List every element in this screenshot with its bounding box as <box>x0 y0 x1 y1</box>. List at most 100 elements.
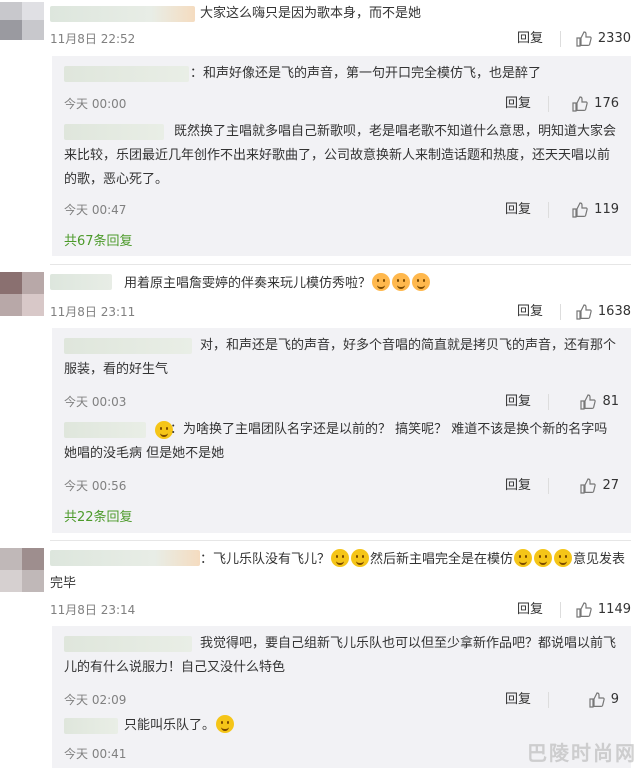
username-blurred[interactable] <box>64 66 189 82</box>
reply-time: 今天 00:41 <box>64 747 127 761</box>
comment-meta: 11月8日 23:14 回复 1149 <box>50 600 631 620</box>
divider <box>548 202 549 218</box>
like-count: 9 <box>610 692 619 707</box>
reply-meta: 今天 00:47 回复 119 <box>64 200 619 220</box>
thumbs-up-icon <box>572 96 588 112</box>
thumbs-up-icon <box>580 478 597 494</box>
comment-time: 11月8日 23:14 <box>50 603 136 617</box>
reply-button[interactable]: 回复 <box>505 94 531 114</box>
comment-text: ：飞儿乐队没有飞儿？ 然后新主唱完全是在模仿 意见发表完毕 <box>50 548 631 596</box>
like-count: 1638 <box>597 304 631 319</box>
comment-1: 大家这么嗨只是因为歌本身，而不是她 11月8日 22:52 回复 2330 ：和… <box>0 0 643 265</box>
comment-time: 11月8日 23:11 <box>50 305 136 319</box>
view-all-replies-link[interactable]: 共67条回复 <box>64 232 133 252</box>
username-blurred[interactable] <box>50 6 195 22</box>
reply-text: ：为啥换了主唱团队名字还是以前的？ 搞笑呢？ 难道不该是换个新的名字吗 她唱的没… <box>64 422 608 461</box>
divider <box>548 478 549 494</box>
smile-emoji-icon <box>351 549 370 567</box>
avatar[interactable] <box>0 548 44 592</box>
divider <box>50 264 631 265</box>
comment-text-part: ：飞儿乐队没有飞儿？ <box>200 552 331 567</box>
smile-emoji-icon <box>554 549 573 567</box>
like-button[interactable]: 2330 <box>576 29 631 49</box>
comment-time: 11月8日 22:52 <box>50 32 136 46</box>
like-button[interactable]: 81 <box>580 392 619 412</box>
like-count: 1149 <box>597 602 631 617</box>
comment-meta: 11月8日 23:11 回复 1638 <box>50 302 631 322</box>
reply-text: 对，和声还是飞的声音，好多个音唱的简直就是拷贝飞的声音，还有那个服装，看的好生气 <box>64 338 617 377</box>
reply-item: ：和声好像还是飞的声音，第一句开口完全模仿飞，也是醉了 今天 00:00 回复 … <box>64 62 619 112</box>
divider <box>560 602 561 618</box>
reply-button[interactable]: 回复 <box>505 476 531 496</box>
thinking-emoji-icon <box>216 715 235 733</box>
like-button[interactable]: 1149 <box>576 600 631 620</box>
divider <box>560 31 561 47</box>
reply-button[interactable]: 回复 <box>517 29 543 49</box>
like-count: 119 <box>594 202 619 217</box>
thumbs-up-icon <box>576 602 592 618</box>
reply-button[interactable]: 回复 <box>505 200 531 220</box>
smile-emoji-icon <box>331 549 350 567</box>
like-button[interactable]: 119 <box>572 200 619 220</box>
comment-3: ：飞儿乐队没有飞儿？ 然后新主唱完全是在模仿 意见发表完毕 11月8日 23:14 … <box>0 544 643 768</box>
reply-item: 我觉得吧，要自己组新飞儿乐队也可以但至少拿新作品吧？都说唱以前飞儿的有什么说服力… <box>64 632 619 708</box>
avatar[interactable] <box>0 2 44 40</box>
laugh-cry-emoji-icon <box>392 273 411 291</box>
reply-list: ：和声好像还是飞的声音，第一句开口完全模仿飞，也是醉了 今天 00:00 回复 … <box>52 56 631 256</box>
reply-time: 今天 00:03 <box>64 395 127 409</box>
laugh-cry-emoji-icon <box>412 273 431 291</box>
reply-button[interactable]: 回复 <box>505 392 531 412</box>
reply-item: ：为啥换了主唱团队名字还是以前的？ 搞笑呢？ 难道不该是换个新的名字吗 她唱的没… <box>64 418 619 494</box>
like-count: 81 <box>602 394 619 409</box>
username-blurred[interactable] <box>50 274 112 290</box>
thumbs-up-icon <box>576 304 592 320</box>
reply-item: 既然换了主唱就多唱自己新歌呗，老是唱老歌不知道什么意思，明知道大家会来比较，乐团… <box>64 120 619 220</box>
smile-emoji-icon <box>514 549 533 567</box>
avatar[interactable] <box>0 272 44 316</box>
divider <box>548 96 549 112</box>
reply-text: 我觉得吧，要自己组新飞儿乐队也可以但至少拿新作品吧？都说唱以前飞儿的有什么说服力… <box>64 636 617 675</box>
reply-text: 只能叫乐队了。 <box>64 714 619 738</box>
reply-text-body: 只能叫乐队了。 <box>124 718 216 733</box>
comment-meta: 11月8日 22:52 回复 2330 <box>50 29 631 49</box>
view-all-replies-link[interactable]: 共22条回复 <box>64 508 133 528</box>
reply-list: 对，和声还是飞的声音，好多个音唱的简直就是拷贝飞的声音，还有那个服装，看的好生气… <box>52 328 631 533</box>
comment-text-part: 然后新主唱完全是在模仿 <box>370 552 514 567</box>
thumbs-up-icon <box>576 31 592 47</box>
divider <box>548 692 549 708</box>
like-count: 2330 <box>597 31 631 46</box>
reply-time: 今天 00:47 <box>64 203 127 217</box>
like-count: 27 <box>602 478 619 493</box>
reply-meta: 今天 00:56 回复 27 <box>64 476 619 496</box>
smile-emoji-icon <box>534 549 553 567</box>
reply-meta: 今天 02:09 回复 9 <box>64 690 619 710</box>
reply-item: 对，和声还是飞的声音，好多个音唱的简直就是拷贝飞的声音，还有那个服装，看的好生气… <box>64 334 619 410</box>
reply-button[interactable]: 回复 <box>517 302 543 322</box>
reply-text: ：和声好像还是飞的声音，第一句开口完全模仿飞，也是醉了 <box>190 66 542 81</box>
like-button[interactable]: 1638 <box>576 302 631 322</box>
reply-text: 既然换了主唱就多唱自己新歌呗，老是唱老歌不知道什么意思，明知道大家会来比较，乐团… <box>64 124 617 187</box>
like-count: 176 <box>594 96 619 111</box>
like-button[interactable]: 27 <box>580 476 619 496</box>
reply-button[interactable]: 回复 <box>517 600 543 620</box>
divider <box>548 394 549 410</box>
divider <box>50 540 631 541</box>
divider <box>560 304 561 320</box>
reply-time: 今天 00:56 <box>64 479 127 493</box>
comment-text-body: 用着原主唱詹雯婷的伴奏来玩儿模仿秀啦？ <box>124 276 372 291</box>
reply-time: 今天 00:00 <box>64 97 127 111</box>
thumbs-up-icon <box>589 692 605 708</box>
like-button[interactable]: 176 <box>572 94 619 114</box>
comment-text: 大家这么嗨只是因为歌本身，而不是她 <box>200 6 422 21</box>
reply-meta: 今天 00:03 回复 81 <box>64 392 619 412</box>
laugh-cry-emoji-icon <box>372 273 391 291</box>
comment-2: 用着原主唱詹雯婷的伴奏来玩儿模仿秀啦？ 11月8日 23:11 回复 1638 … <box>0 268 643 538</box>
like-button[interactable]: 9 <box>589 690 619 710</box>
reply-time: 今天 02:09 <box>64 693 127 707</box>
reply-button[interactable]: 回复 <box>505 690 531 710</box>
watermark-logo: 巴陵时尚网 <box>527 741 637 765</box>
thumbs-up-icon <box>580 394 597 410</box>
comment-text: 用着原主唱詹雯婷的伴奏来玩儿模仿秀啦？ <box>124 272 631 296</box>
thumbs-up-icon <box>572 202 588 218</box>
reply-meta: 今天 00:00 回复 176 <box>64 94 619 114</box>
